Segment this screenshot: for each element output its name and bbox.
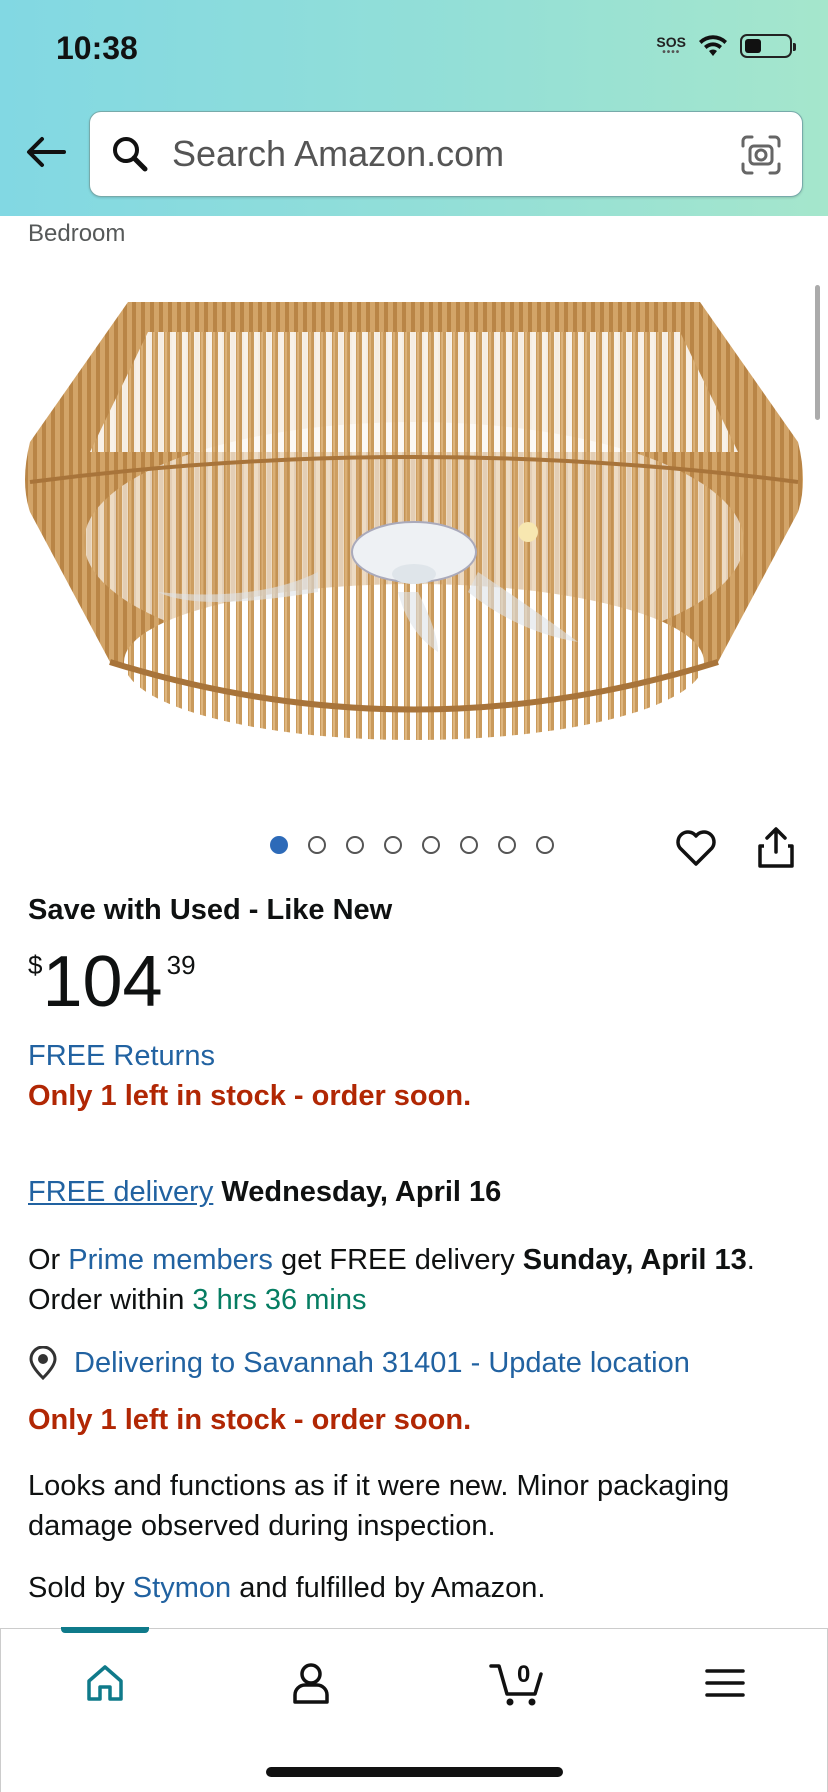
active-tab-indicator <box>61 1627 149 1633</box>
pagination-dot[interactable] <box>536 836 554 854</box>
sold-by: Sold by Stymon and fulfilled by Amazon. <box>28 1572 546 1605</box>
order-within-time: 3 hrs 36 mins <box>192 1284 367 1316</box>
price-fraction: 39 <box>166 950 196 980</box>
free-delivery-link[interactable]: FREE delivery <box>28 1176 213 1208</box>
delivery-location[interactable]: Delivering to Savannah 31401 - Update lo… <box>28 1346 690 1380</box>
search-bar[interactable] <box>89 111 803 197</box>
delivery-date: Wednesday, April 16 <box>221 1176 502 1208</box>
image-pagination[interactable] <box>270 836 554 854</box>
prime-middle: get FREE delivery <box>281 1244 515 1276</box>
stock-notice: Only 1 left in stock - order soon. <box>28 1404 472 1436</box>
product-image[interactable] <box>18 252 810 772</box>
wifi-icon <box>699 35 727 56</box>
hamburger-menu-icon <box>705 1669 745 1697</box>
offer-title: Save with Used - Like New <box>28 894 393 926</box>
location-pin-icon <box>29 1346 57 1380</box>
home-indicator <box>266 1767 563 1777</box>
price-whole: 104 <box>42 942 163 1022</box>
sold-by-suffix: and fulfilled by Amazon. <box>239 1572 546 1604</box>
back-button[interactable] <box>24 130 68 174</box>
price-symbol: $ <box>28 950 43 980</box>
search-input[interactable] <box>172 133 732 175</box>
nav-home[interactable] <box>75 1653 135 1713</box>
nav-account[interactable] <box>281 1653 341 1713</box>
user-icon <box>293 1663 329 1704</box>
scroll-indicator <box>815 285 820 420</box>
pagination-dot[interactable] <box>308 836 326 854</box>
camera-lens-icon[interactable] <box>740 134 782 176</box>
status-time: 10:38 <box>56 30 138 66</box>
breadcrumb[interactable]: Bedroom <box>28 220 125 248</box>
pagination-dot[interactable] <box>498 836 516 854</box>
heart-icon[interactable] <box>674 826 718 870</box>
status-icons: SOS •••• <box>656 34 796 58</box>
prime-end: . <box>746 1244 755 1276</box>
location-link[interactable]: Delivering to Savannah 31401 - Update lo… <box>74 1347 690 1380</box>
prime-delivery-info: Or Prime members get FREE delivery Sunda… <box>28 1240 798 1320</box>
app-header: 10:38 SOS •••• <box>0 0 828 216</box>
nav-cart[interactable]: 0 <box>487 1653 547 1713</box>
price: $ 104 39 <box>28 940 196 1024</box>
free-returns-link[interactable]: FREE Returns <box>28 1040 215 1073</box>
prime-members-link[interactable]: Prime members <box>68 1244 273 1276</box>
pagination-dot[interactable] <box>384 836 402 854</box>
home-icon <box>87 1665 123 1701</box>
pagination-dot[interactable] <box>422 836 440 854</box>
delivery-info: FREE delivery Wednesday, April 16 <box>28 1176 501 1209</box>
nav-menu[interactable] <box>695 1653 755 1713</box>
share-icon[interactable] <box>756 826 796 870</box>
search-icon <box>113 137 148 172</box>
arrow-left-icon <box>27 137 66 167</box>
cart-count: 0 <box>517 1661 531 1688</box>
pagination-dot[interactable] <box>346 836 364 854</box>
stock-notice: Only 1 left in stock - order soon. <box>28 1080 472 1112</box>
signal-dots-icon: •••• <box>662 47 681 58</box>
seller-link[interactable]: Stymon <box>133 1572 231 1604</box>
sold-by-prefix: Sold by <box>28 1572 125 1604</box>
prime-date: Sunday, April 13 <box>522 1244 747 1276</box>
pagination-dot[interactable] <box>270 836 288 854</box>
order-within-label: Order within <box>28 1284 185 1316</box>
condition-note: Looks and functions as if it were new. M… <box>28 1470 730 1542</box>
prime-prefix: Or <box>28 1244 61 1276</box>
battery-icon <box>740 34 796 58</box>
bottom-navigation: 0 <box>0 1627 828 1792</box>
pagination-dot[interactable] <box>460 836 478 854</box>
sos-indicator: SOS •••• <box>656 35 686 58</box>
